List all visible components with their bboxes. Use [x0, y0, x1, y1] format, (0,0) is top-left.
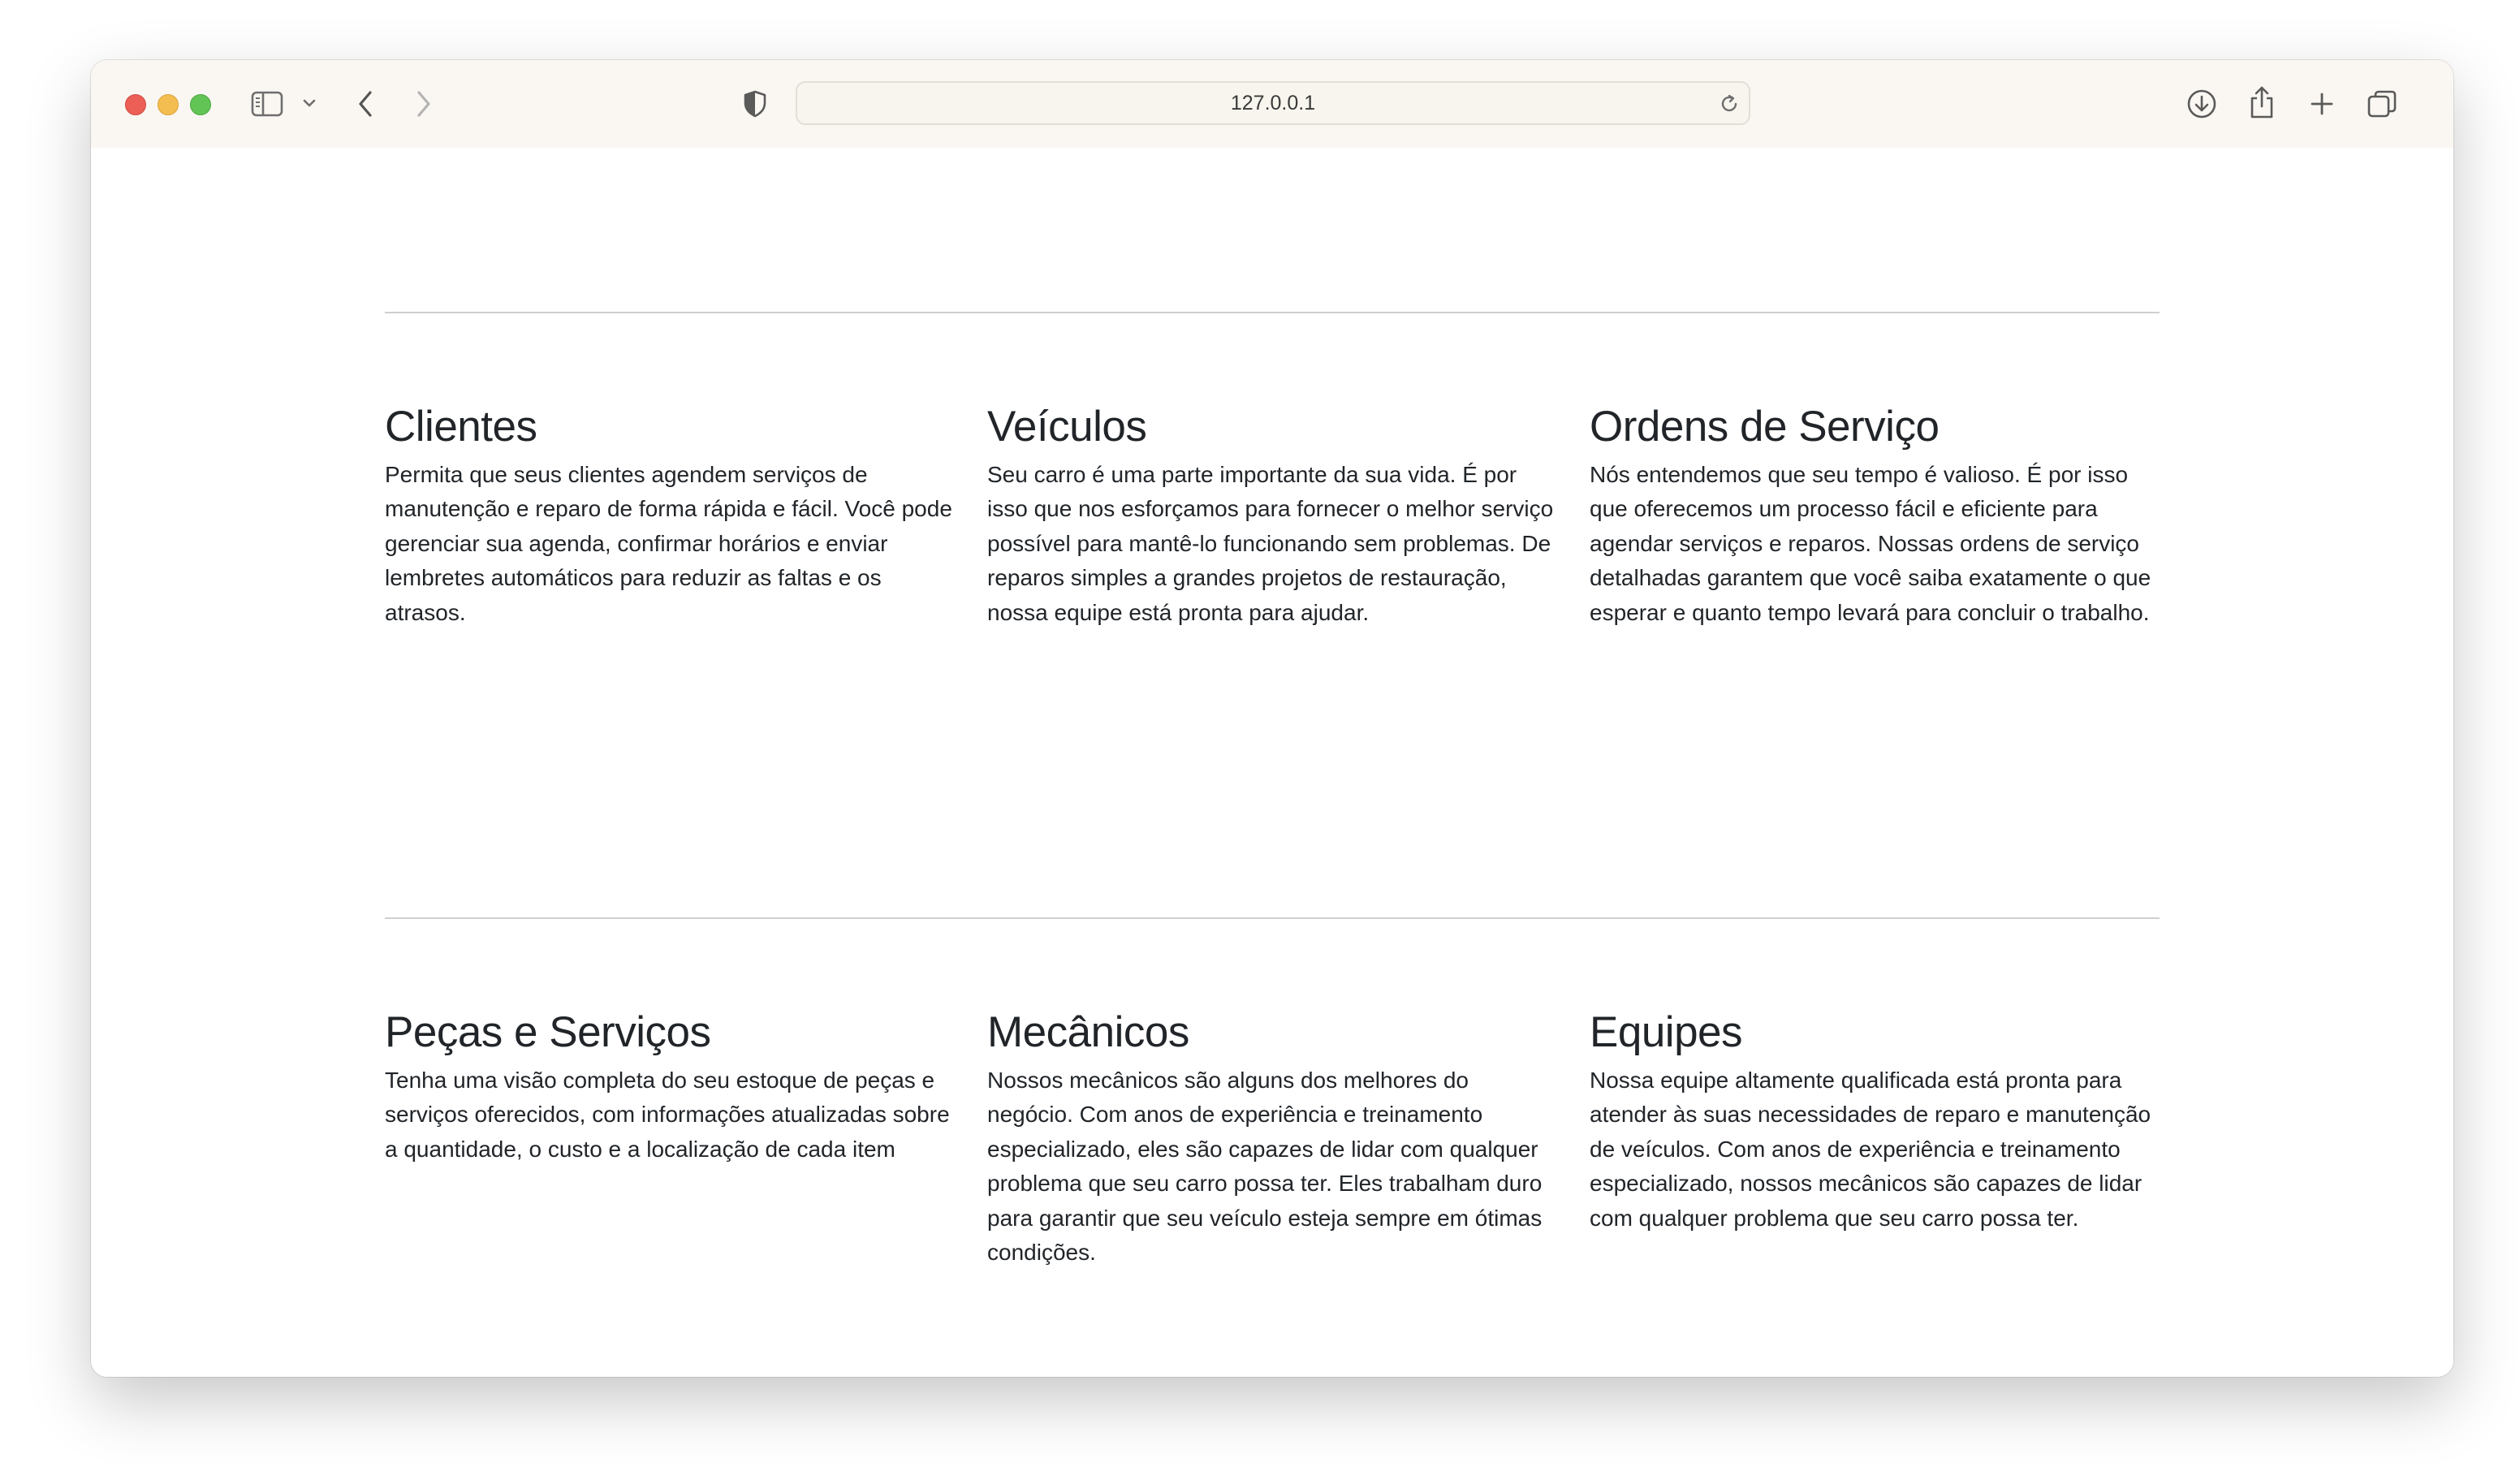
zoom-window-button[interactable] — [190, 94, 211, 115]
feature-ordens-de-servico: Ordens de Serviço Nós entendemos que seu… — [1590, 401, 2158, 630]
feature-clientes: Clientes Permita que seus clientes agend… — [385, 401, 953, 630]
feature-title: Equipes — [1590, 1008, 1743, 1056]
close-window-button[interactable] — [125, 94, 146, 115]
feature-text: Nós entendemos que seu tempo é valioso. … — [1590, 462, 2151, 625]
feature-text: Nossos mecânicos são alguns dos melhores… — [987, 1068, 1543, 1266]
tab-overview-icon[interactable] — [2364, 86, 2400, 122]
share-icon[interactable] — [2244, 83, 2280, 122]
minimize-window-button[interactable] — [158, 94, 179, 115]
section-divider — [385, 312, 2160, 313]
privacy-shield-icon[interactable] — [739, 88, 771, 120]
back-arrow-icon[interactable] — [351, 86, 380, 122]
feature-mecanicos: Mecânicos Nossos mecânicos são alguns do… — [987, 1007, 1556, 1270]
feature-text: Permita que seus clientes agendem serviç… — [385, 462, 952, 625]
feature-title: Mecânicos — [987, 1008, 1189, 1056]
browser-window: 127.0.0.1 Clientes Permita que seus clie… — [91, 60, 2453, 1377]
feature-title: Ordens de Serviço — [1590, 403, 1940, 451]
browser-toolbar: 127.0.0.1 — [91, 60, 2453, 149]
section-divider — [385, 917, 2160, 919]
feature-title: Clientes — [385, 403, 537, 451]
feature-veiculos: Veículos Seu carro é uma parte important… — [987, 401, 1556, 630]
address-bar[interactable]: 127.0.0.1 — [796, 81, 1750, 125]
feature-title: Veículos — [987, 403, 1147, 451]
download-icon[interactable] — [2184, 86, 2220, 122]
forward-arrow-icon[interactable] — [409, 86, 438, 122]
chevron-down-icon[interactable] — [299, 93, 320, 114]
url-text[interactable]: 127.0.0.1 — [797, 83, 1749, 123]
feature-equipes: Equipes Nossa equipe altamente qualifica… — [1590, 1007, 2158, 1236]
feature-title: Peças e Serviços — [385, 1008, 711, 1056]
new-tab-plus-icon[interactable] — [2306, 88, 2338, 120]
page-content: Clientes Permita que seus clientes agend… — [91, 148, 2453, 1377]
feature-text: Seu carro é uma parte importante da sua … — [987, 462, 1554, 625]
sidebar-toggle-icon[interactable] — [250, 88, 284, 120]
reload-icon[interactable] — [1716, 91, 1742, 117]
feature-text: Nossa equipe altamente qualificada está … — [1590, 1068, 2151, 1231]
feature-text: Tenha uma visão completa do seu estoque … — [385, 1068, 950, 1162]
feature-pecas-e-servicos: Peças e Serviços Tenha uma visão complet… — [385, 1007, 953, 1167]
